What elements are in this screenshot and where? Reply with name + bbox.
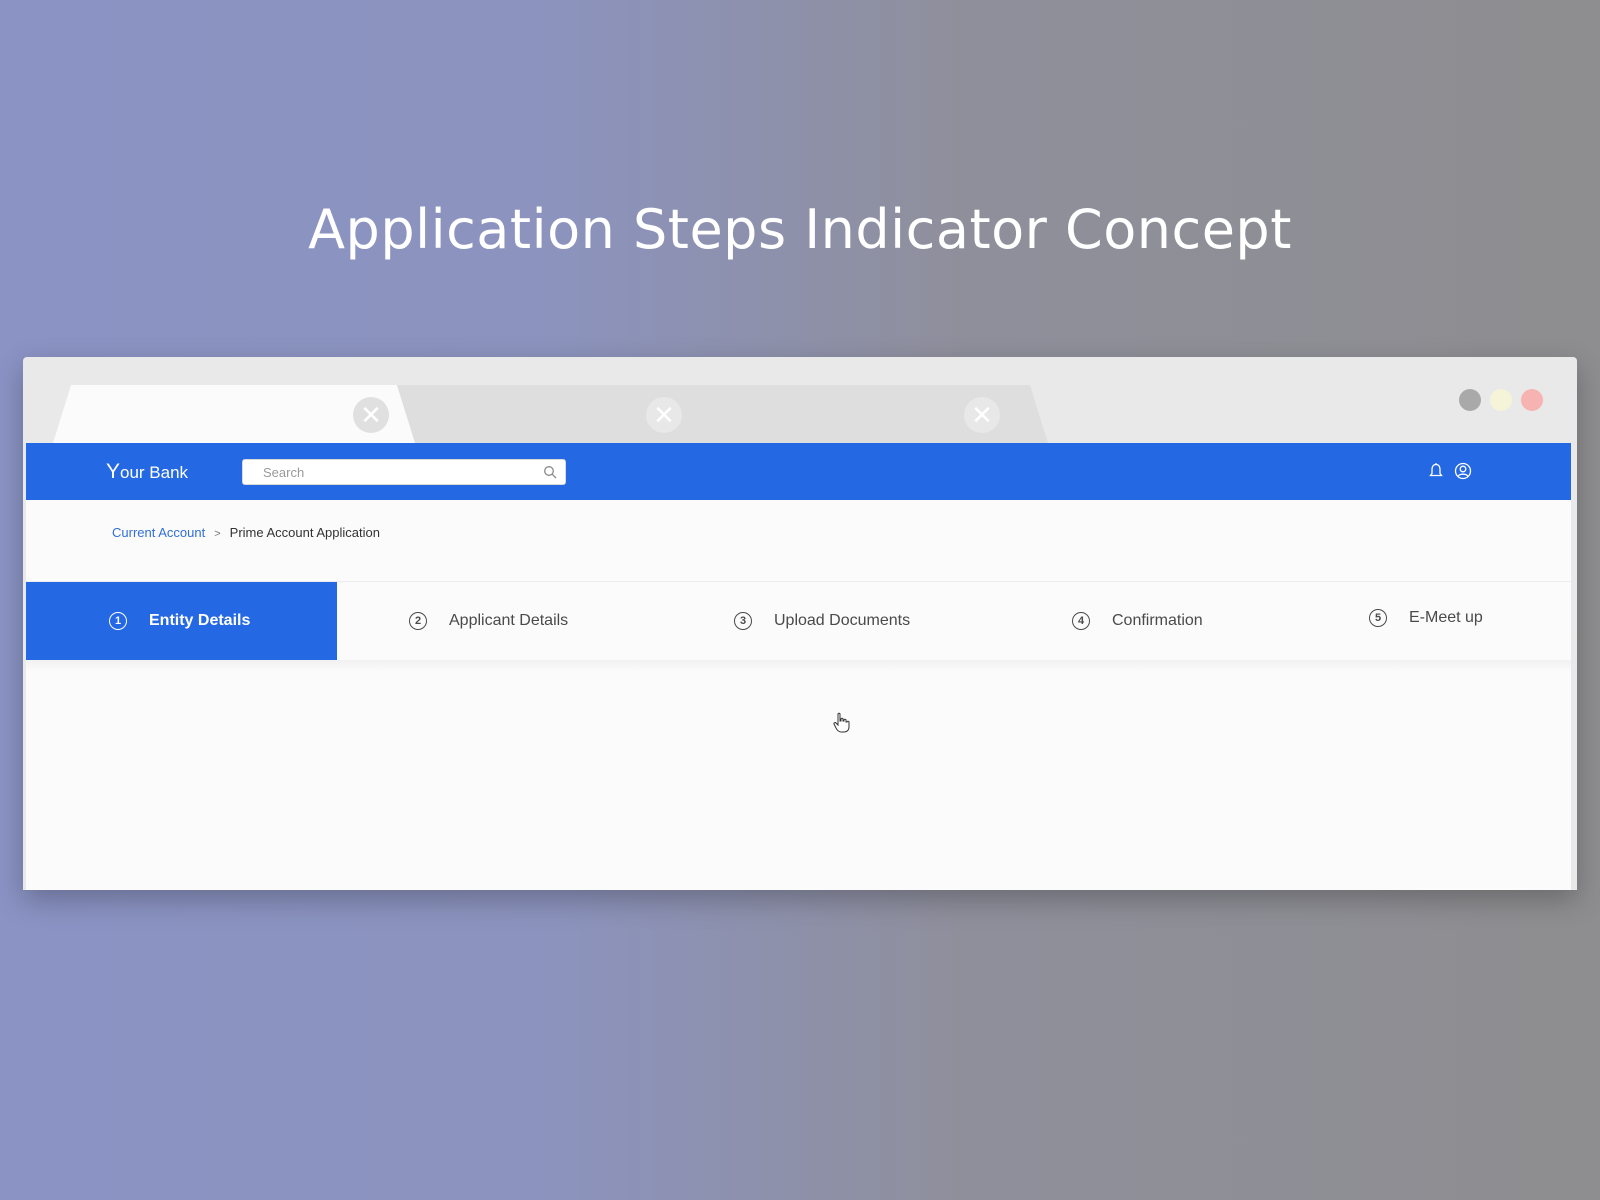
top-navbar: Your Bank <box>26 443 1571 500</box>
breadcrumb-prime-account-application: Prime Account Application <box>229 525 380 540</box>
breadcrumb-separator: > <box>214 528 221 540</box>
web-page: Your Bank Current Account>Prime Account <box>26 443 1571 890</box>
step-label: Upload Documents <box>774 612 911 629</box>
user-icon[interactable] <box>1454 462 1472 480</box>
step-number-icon: 4 <box>1072 612 1090 630</box>
window-minimize-button[interactable] <box>1459 389 1481 411</box>
search-box[interactable] <box>242 459 566 485</box>
step-number-icon: 2 <box>409 612 427 630</box>
window-maximize-button[interactable] <box>1490 389 1512 411</box>
breadcrumb: Current Account > Prime Account Applicatio… <box>112 525 380 540</box>
hand-cursor-icon <box>833 712 850 733</box>
window-close-button[interactable] <box>1521 389 1543 411</box>
step-applicant-details[interactable]: 2 Applicant Details <box>409 582 568 660</box>
bell-icon[interactable] <box>1427 462 1445 480</box>
search-icon[interactable] <box>543 465 557 479</box>
browser-window: ✕ ✕ ✕ Your Bank Search Current Account >… <box>23 357 1577 890</box>
close-icon[interactable]: ✕ <box>353 397 389 433</box>
page-headline: Application Steps Indicator Concept <box>308 198 1292 261</box>
step-number-icon: 1 <box>109 612 127 630</box>
step-label: Applicant Details <box>449 612 569 629</box>
steps-shadow <box>26 660 1571 672</box>
brand-initial: Y <box>106 460 121 483</box>
steps-indicator: 1 Entity Details 2 Applicant Details 3 U… <box>26 582 1571 661</box>
step-label: E-Meet up <box>1409 609 1483 626</box>
search-input[interactable] <box>261 464 535 481</box>
step-label: Confirmation <box>1112 612 1203 629</box>
close-icon[interactable]: ✕ <box>964 397 1000 433</box>
browser-tab-1[interactable]: ✕ <box>53 385 415 443</box>
brand-logo[interactable]: Your Bank <box>106 460 188 484</box>
browser-tab-3[interactable]: ✕ <box>686 385 1048 443</box>
close-icon[interactable]: ✕ <box>646 397 682 433</box>
step-number-icon: 3 <box>734 612 752 630</box>
brand-name: our Bank <box>120 463 189 482</box>
step-entity-details[interactable]: 1 Entity Details <box>26 582 337 660</box>
breadcrumb-current-account[interactable]: Current Account <box>112 525 205 540</box>
step-confirmation[interactable]: 4 Confirmation <box>1072 582 1203 660</box>
browser-tab-2[interactable]: ✕ <box>368 385 730 443</box>
step-number-icon: 5 <box>1369 609 1387 627</box>
step-e-meet-up[interactable]: 5 E-Meet up <box>1369 579 1483 657</box>
step-label: Entity Details <box>149 612 251 629</box>
step-upload-documents[interactable]: 3 Upload Documents <box>734 582 910 660</box>
